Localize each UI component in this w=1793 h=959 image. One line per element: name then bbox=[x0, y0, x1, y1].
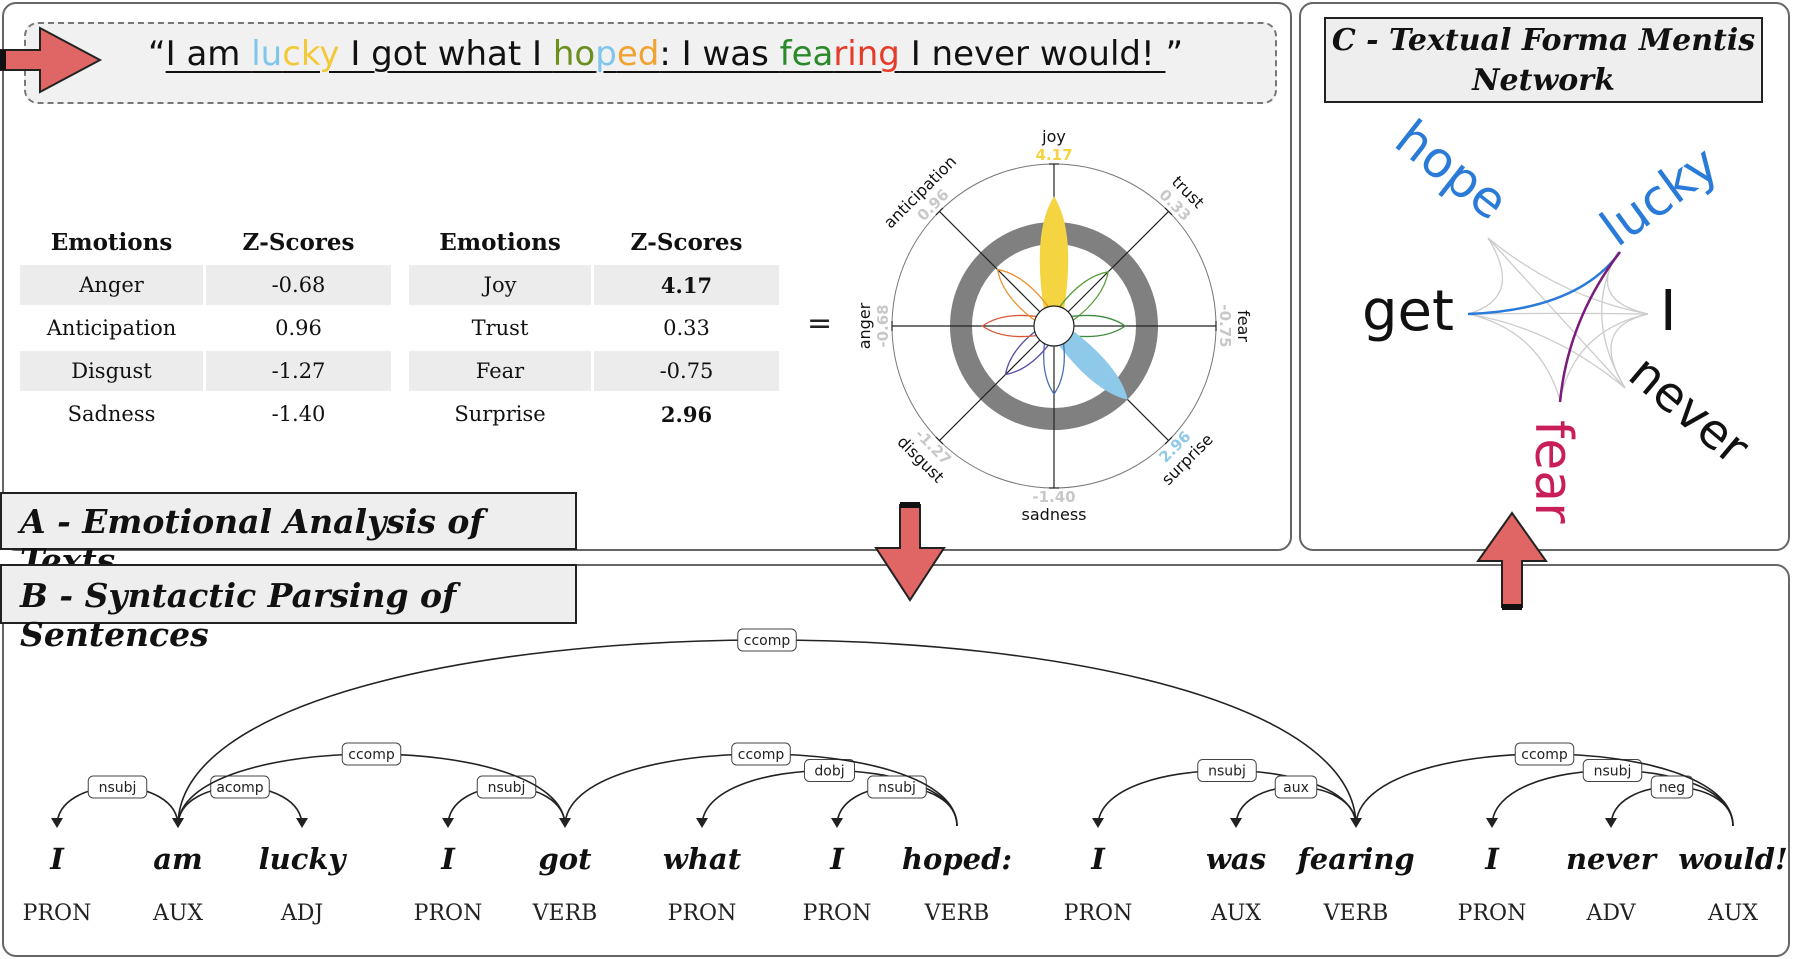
input-arrow-tail bbox=[0, 50, 6, 70]
up-arrow bbox=[1476, 511, 1548, 608]
down-arrow-tail bbox=[900, 502, 920, 508]
down-arrow bbox=[874, 504, 946, 602]
up-arrow-tail bbox=[1502, 604, 1522, 610]
flow-arrows bbox=[0, 26, 1548, 610]
input-arrow bbox=[0, 26, 103, 94]
